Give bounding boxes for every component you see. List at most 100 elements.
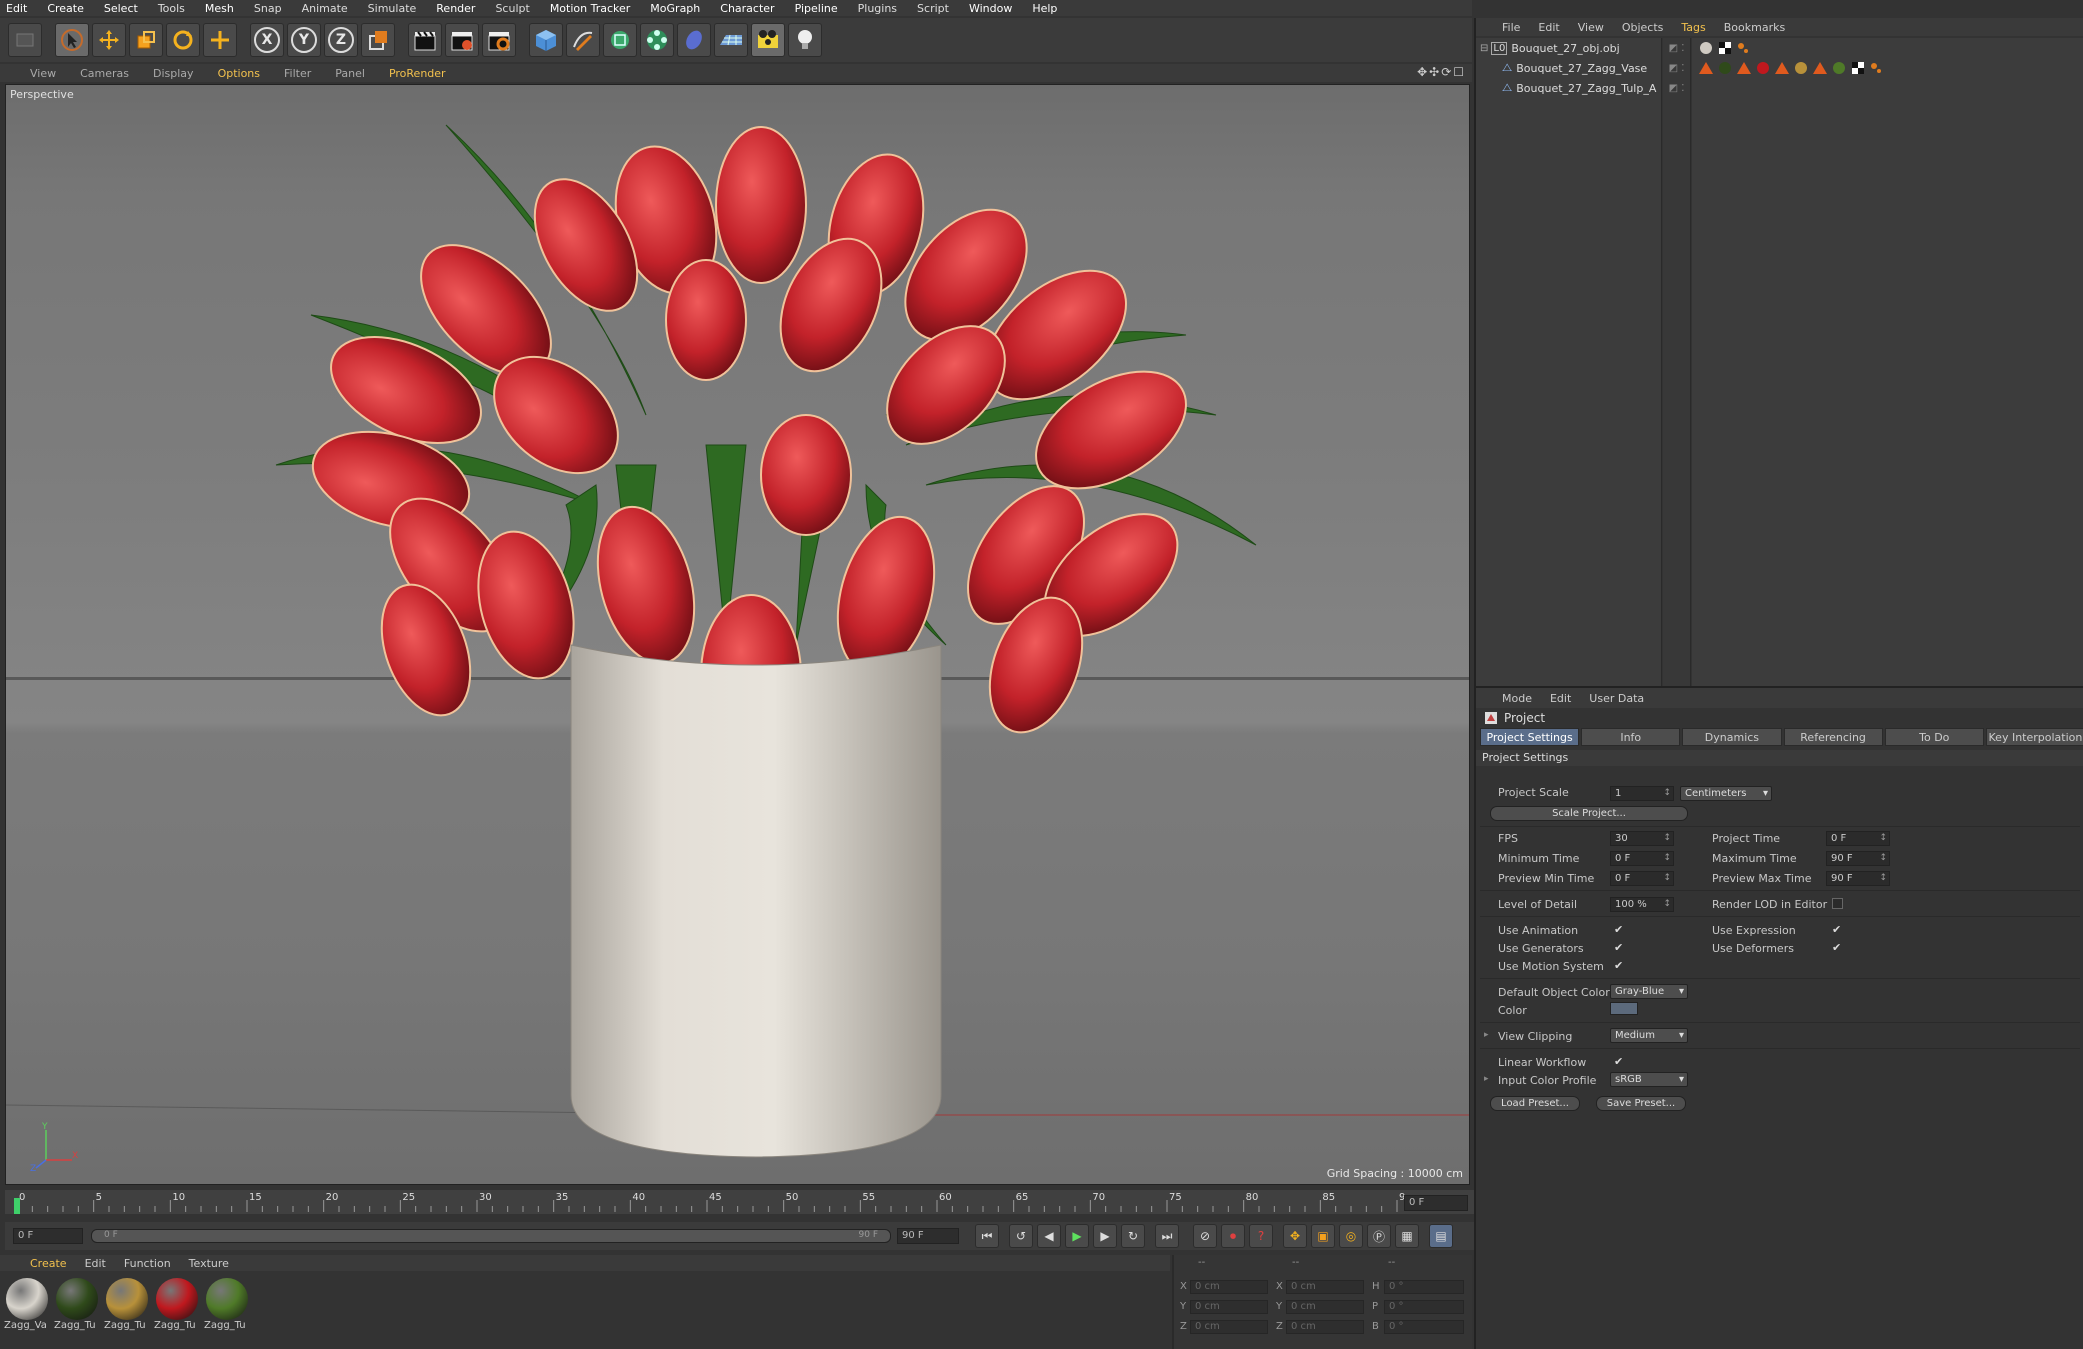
material-swatch[interactable]: Zagg_Tu [204,1278,250,1340]
material-menu-function[interactable]: Function [124,1257,171,1270]
render-lod-checkbox[interactable] [1832,898,1843,909]
record-keys-button[interactable]: ⊘ [1193,1224,1217,1248]
y-axis-lock-button[interactable]: Y [287,23,321,57]
size-y-field[interactable]: 0 cm [1286,1300,1364,1314]
menu-pipeline[interactable]: Pipeline [795,2,838,15]
fps-field[interactable]: 30 [1610,831,1674,846]
tab-key-interpolation[interactable]: Key Interpolation [1985,728,2083,746]
position-y-field[interactable]: 0 cm [1190,1300,1268,1314]
menu-tools[interactable]: Tools [158,2,185,15]
menu-mograph[interactable]: MoGraph [650,2,700,15]
object-row-vase[interactable]: ⧍ Bouquet_27_Zagg_Vase [1476,58,1661,78]
perspective-viewport[interactable]: Perspective Y X Z Grid Spacing: 10000 c… [5,84,1470,1185]
floor-button[interactable] [714,23,748,57]
subdivision-button[interactable] [603,23,637,57]
preview-max-time-field[interactable]: 90 F [1826,871,1890,886]
object-row-root[interactable]: ⊟ L0 Bouquet_27_obj.obj [1476,38,1661,58]
menu-motion-tracker[interactable]: Motion Tracker [550,2,630,15]
material-swatch[interactable]: Zagg_Tu [54,1278,100,1340]
key-scale-button[interactable]: ▣ [1311,1224,1335,1248]
key-parameter-button[interactable]: Ⓟ [1367,1224,1391,1248]
menu-sculpt[interactable]: Sculpt [495,2,529,15]
minimum-time-field[interactable]: 0 F [1610,851,1674,866]
key-rotation-button[interactable]: ◎ [1339,1224,1363,1248]
phong-tag-icon[interactable] [1736,41,1750,55]
frame-range-slider[interactable]: 0 F 90 F [91,1229,891,1243]
project-time-field[interactable]: 0 F [1826,831,1890,846]
material-tag-icon[interactable] [1717,60,1733,76]
light-button[interactable] [788,23,822,57]
object-row-tulip[interactable]: ⧍ Bouquet_27_Zagg_Tulp_A [1476,78,1661,98]
use-generators-checkbox[interactable]: ✔ [1614,942,1625,953]
rotation-b-field[interactable]: 0 ° [1384,1320,1464,1334]
previous-key-button[interactable]: ↺ [1009,1224,1033,1248]
tab-project-settings[interactable]: Project Settings [1480,728,1580,746]
camera-button[interactable] [751,23,785,57]
expand-arrow-icon[interactable]: ▸ [1484,1030,1489,1040]
z-axis-lock-button[interactable]: Z [324,23,358,57]
input-color-profile-dropdown[interactable]: sRGB [1610,1072,1688,1087]
undo-button[interactable] [8,23,42,57]
material-tag-icon[interactable] [1698,40,1714,56]
key-pla-button[interactable]: ▦ [1395,1224,1419,1248]
go-to-start-button[interactable]: ⏮ [975,1224,999,1248]
viewport-menu-filter[interactable]: Filter [284,67,311,80]
expand-arrow-icon[interactable]: ▸ [1484,1074,1489,1084]
object-menu-tags[interactable]: Tags [1681,21,1705,34]
live-selection-button[interactable] [55,23,89,57]
transform-tool-button[interactable] [203,23,237,57]
position-z-field[interactable]: 0 cm [1190,1320,1268,1334]
keyframe-selection-button[interactable]: ? [1249,1224,1273,1248]
project-scale-field[interactable]: 1 [1610,786,1674,801]
use-expression-checkbox[interactable]: ✔ [1832,924,1843,935]
viewport-menu-options[interactable]: Options [218,67,260,80]
uvw-tag-icon[interactable] [1812,60,1828,76]
material-menu-texture[interactable]: Texture [189,1257,229,1270]
load-preset-button[interactable]: Load Preset... [1490,1096,1580,1111]
view-clipping-dropdown[interactable]: Medium [1610,1028,1688,1043]
menu-select[interactable]: Select [104,2,138,15]
next-frame-button[interactable]: ▶ [1093,1224,1117,1248]
tab-dynamics[interactable]: Dynamics [1682,728,1782,746]
render-picture-viewer-button[interactable] [445,23,479,57]
use-deformers-checkbox[interactable]: ✔ [1832,942,1843,953]
render-view-button[interactable] [408,23,442,57]
material-tag-icon[interactable] [1755,60,1771,76]
render-settings-button[interactable] [482,23,516,57]
menu-script[interactable]: Script [917,2,949,15]
viewport-menu-panel[interactable]: Panel [335,67,365,80]
viewport-menu-prorender[interactable]: ProRender [389,67,446,80]
tab-info[interactable]: Info [1581,728,1681,746]
coordinate-system-button[interactable] [361,23,395,57]
rotate-tool-button[interactable] [166,23,200,57]
tab-to-do[interactable]: To Do [1884,728,1984,746]
menu-help[interactable]: Help [1032,2,1057,15]
uvw-tag-icon[interactable] [1736,60,1752,76]
scale-project-button[interactable]: Scale Project... [1490,806,1688,821]
position-x-field[interactable]: 0 cm [1190,1280,1268,1294]
uvw-tag-icon[interactable] [1774,60,1790,76]
attr-menu-mode[interactable]: Mode [1502,692,1532,705]
attr-menu-edit[interactable]: Edit [1550,692,1571,705]
array-button[interactable] [640,23,674,57]
preview-min-time-field[interactable]: 0 F [1610,871,1674,886]
phong-tag-icon[interactable] [1869,61,1883,75]
default-object-color-dropdown[interactable]: Gray-Blue [1610,984,1688,999]
visibility-toggle[interactable]: ◩ ⁚ [1663,38,1690,58]
x-axis-lock-button[interactable]: X [250,23,284,57]
viewport-menu-display[interactable]: Display [153,67,194,80]
object-menu-edit[interactable]: Edit [1538,21,1559,34]
texture-tag-icon[interactable] [1850,60,1866,76]
use-motion-system-checkbox[interactable]: ✔ [1614,960,1625,971]
object-menu-objects[interactable]: Objects [1622,21,1664,34]
material-menu-edit[interactable]: Edit [85,1257,106,1270]
color-swatch[interactable] [1610,1002,1638,1015]
menu-character[interactable]: Character [720,2,774,15]
viewport-menu-view[interactable]: View [30,67,56,80]
autokey-button[interactable]: ⏺ [1221,1224,1245,1248]
timeline-ruler[interactable]: 051015202530354045505560657075808590 [5,1190,1475,1214]
menu-animate[interactable]: Animate [302,2,348,15]
material-tag-icon[interactable] [1793,60,1809,76]
menu-render[interactable]: Render [436,2,475,15]
menu-snap[interactable]: Snap [254,2,282,15]
